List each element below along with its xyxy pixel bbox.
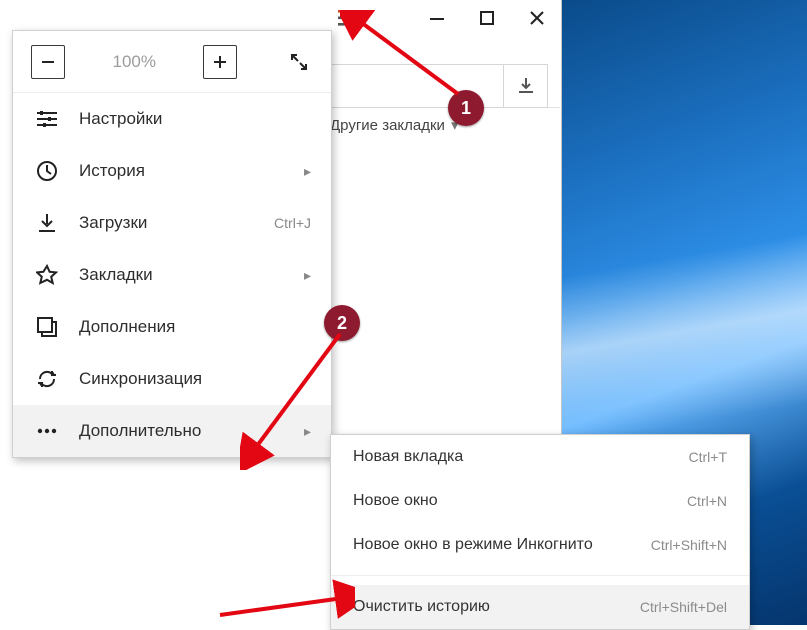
menu-item-label: Настройки [79, 109, 311, 129]
menu-item-downloads[interactable]: Загрузки Ctrl+J [13, 197, 331, 249]
callout-badge-1: 1 [448, 90, 484, 126]
history-icon [33, 160, 61, 182]
submenu-shortcut: Ctrl+Shift+N [651, 537, 727, 553]
menu-item-addons[interactable]: Дополнения [13, 301, 331, 353]
zoom-row: 100% [13, 31, 331, 93]
settings-icon [33, 109, 61, 129]
bookmarks-bar[interactable]: Другие закладки ▾ [330, 108, 560, 142]
sync-icon [33, 368, 61, 390]
menu-item-label: Синхронизация [79, 369, 311, 389]
submenu-label: Новое окно [353, 492, 687, 510]
menu-item-label: Загрузки [79, 213, 274, 233]
fullscreen-icon [289, 52, 309, 72]
more-icon [33, 427, 61, 435]
window-close-button[interactable] [512, 0, 562, 36]
menu-item-shortcut: Ctrl+J [274, 215, 311, 231]
chevron-right-icon: ▸ [304, 267, 311, 284]
menu-item-bookmarks[interactable]: Закладки ▸ [13, 249, 331, 301]
window-maximize-button[interactable] [462, 0, 512, 36]
chevron-right-icon: ▸ [304, 423, 311, 440]
star-icon [33, 264, 61, 286]
hamburger-menu-button[interactable] [332, 4, 364, 32]
download-icon [33, 212, 61, 234]
submenu-item-clear-history[interactable]: Очистить историю Ctrl+Shift+Del [331, 585, 749, 629]
main-menu: 100% Настройки История ▸ Загрузки [12, 30, 332, 458]
maximize-icon [480, 11, 494, 25]
submenu-item-new-window[interactable]: Новое окно Ctrl+N [331, 479, 749, 523]
window-minimize-button[interactable] [412, 0, 462, 36]
menu-item-label: Закладки [79, 265, 304, 285]
submenu-label: Очистить историю [353, 598, 640, 616]
zoom-in-button[interactable] [203, 45, 237, 79]
minimize-icon [430, 11, 444, 25]
submenu-shortcut: Ctrl+T [689, 449, 728, 465]
close-icon [530, 11, 544, 25]
plus-icon [212, 54, 228, 70]
chevron-right-icon: ▸ [304, 163, 311, 180]
menu-item-label: Дополнения [79, 317, 311, 337]
menu-item-sync[interactable]: Синхронизация [13, 353, 331, 405]
download-icon [516, 76, 536, 96]
submenu-label: Новая вкладка [353, 448, 689, 466]
address-toolbar [330, 64, 560, 108]
zoom-value: 100% [113, 52, 156, 72]
zoom-out-button[interactable] [31, 45, 65, 79]
callout-badge-2: 2 [324, 305, 360, 341]
other-bookmarks-label: Другие закладки [330, 117, 445, 134]
more-submenu: Новая вкладка Ctrl+T Новое окно Ctrl+N Н… [330, 434, 750, 630]
menu-item-history[interactable]: История ▸ [13, 145, 331, 197]
minus-icon [40, 54, 56, 70]
callout-number: 2 [337, 313, 347, 334]
submenu-shortcut: Ctrl+N [687, 493, 727, 509]
submenu-separator [331, 575, 749, 585]
submenu-shortcut: Ctrl+Shift+Del [640, 599, 727, 615]
submenu-item-new-tab[interactable]: Новая вкладка Ctrl+T [331, 435, 749, 479]
downloads-button[interactable] [504, 64, 548, 108]
menu-item-settings[interactable]: Настройки [13, 93, 331, 145]
menu-item-more[interactable]: Дополнительно ▸ [13, 405, 331, 457]
callout-number: 1 [461, 98, 471, 119]
hamburger-icon [338, 10, 358, 26]
menu-item-label: Дополнительно [79, 421, 304, 441]
addons-icon [33, 316, 61, 338]
menu-item-label: История [79, 161, 304, 181]
submenu-item-incognito[interactable]: Новое окно в режиме Инкогнито Ctrl+Shift… [331, 523, 749, 567]
fullscreen-button[interactable] [285, 52, 313, 72]
submenu-label: Новое окно в режиме Инкогнито [353, 536, 651, 554]
